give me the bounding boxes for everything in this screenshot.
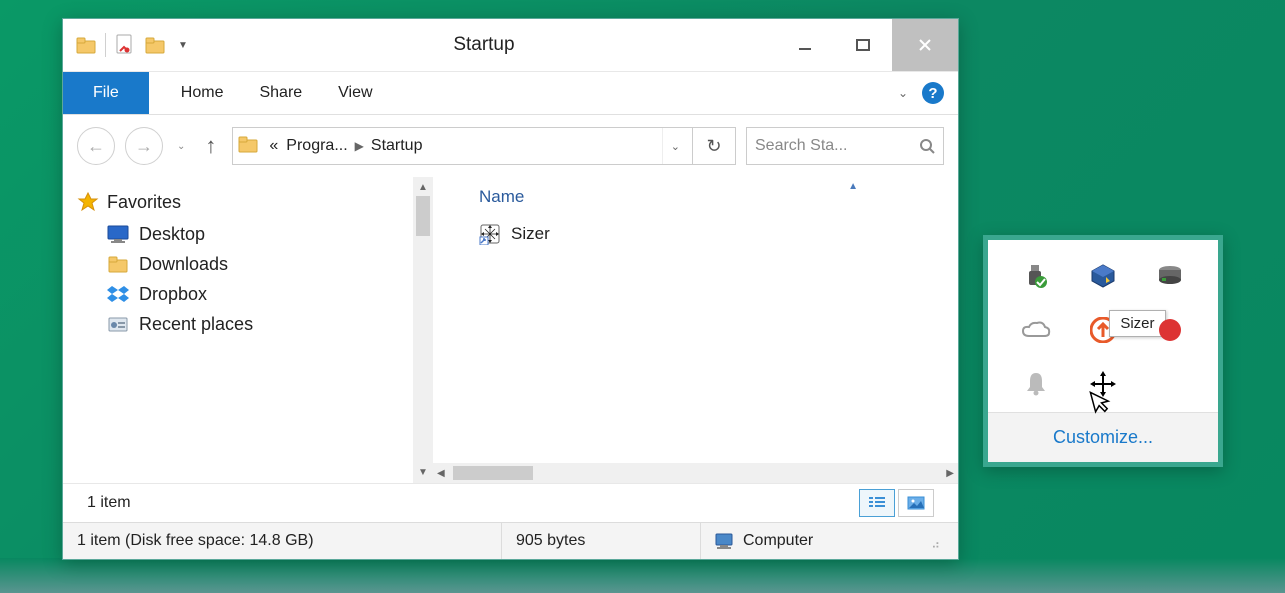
new-folder-icon[interactable] [141,25,169,65]
recent-places-icon [107,313,129,335]
sidebar-item-label: Downloads [139,254,228,275]
favorites-header[interactable]: Favorites [63,185,433,219]
file-item-label: Sizer [511,224,550,244]
scroll-thumb[interactable] [453,466,533,480]
tray-icon-drive[interactable] [1137,258,1204,294]
tray-icon-update[interactable]: Sizer [1069,312,1136,348]
tray-customize-link[interactable]: Customize... [988,412,1218,462]
status-size: 905 bytes [502,523,701,559]
sidebar-item-dropbox[interactable]: Dropbox [63,279,433,309]
item-count-bar: 1 item [63,483,958,522]
folder-icon[interactable] [72,25,100,65]
quick-access-toolbar: ▼ [63,19,192,71]
sidebar-item-desktop[interactable]: Desktop [63,219,433,249]
scroll-right-icon[interactable]: ▶ [942,468,958,479]
computer-icon [715,532,735,550]
search-icon [919,138,935,154]
file-item-sizer[interactable]: Sizer [433,217,958,251]
tab-view[interactable]: View [334,76,376,110]
maximize-button[interactable] [834,19,892,71]
ribbon-tabs: File Home Share View ⌄ ? [63,72,958,115]
search-placeholder: Search Sta... [755,137,848,155]
shortcut-icon [479,223,501,245]
tray-icon-sizer[interactable] [1069,366,1136,402]
breadcrumb-part-startup[interactable]: Startup [367,137,427,155]
ribbon-collapse-icon[interactable]: ⌄ [898,86,908,100]
column-header-name[interactable]: Name [433,177,958,217]
status-disk-space: 1 item (Disk free space: 14.8 GB) [63,523,502,559]
tab-share[interactable]: Share [255,76,306,110]
scroll-up-icon[interactable]: ▲ [415,179,431,196]
tray-icon-onedrive[interactable] [1002,312,1069,348]
refresh-button[interactable]: ↻ [693,127,736,165]
tray-icon-empty [1137,366,1204,402]
breadcrumb[interactable]: « Progra... ▶ Startup ⌄ [232,127,693,165]
scroll-down-icon[interactable]: ▼ [415,464,431,481]
sidebar-scrollbar[interactable]: ▲ ▼ [413,177,433,483]
tab-home[interactable]: Home [177,76,228,110]
properties-icon[interactable] [111,25,139,65]
resize-grip-icon[interactable]: ⣠ [931,534,944,548]
folder-icon [107,253,129,275]
breadcrumb-separator-icon[interactable]: ▶ [352,139,367,153]
title-bar: ▼ Startup [63,19,958,72]
desktop-icon [107,223,129,245]
tray-icon-hidden[interactable] [1137,312,1204,348]
explorer-window: ▼ Startup File Home Share View ⌄ ? ← → ⌄… [62,18,959,560]
tray-icon-usb[interactable] [1002,258,1069,294]
sort-indicator-icon: ▲ [848,181,858,192]
dropbox-icon [107,283,129,305]
favorites-label: Favorites [107,192,181,213]
minimize-button[interactable] [776,19,834,71]
navigation-pane: Favorites Desktop Downloads Dropbox [63,177,433,483]
back-button[interactable]: ← [77,127,115,165]
history-dropdown-icon[interactable]: ⌄ [173,137,189,156]
window-title: Startup [192,19,776,71]
qat-dropdown-icon[interactable]: ▼ [174,36,192,55]
sidebar-item-label: Recent places [139,314,253,335]
status-location: Computer ⣠ [701,523,958,559]
forward-button[interactable]: → [125,127,163,165]
breadcrumb-part-programs[interactable]: Progra... [282,137,351,155]
breadcrumb-chevron: « [265,137,282,155]
file-list-pane: ▲ Name Sizer ◀ ▶ [433,177,958,483]
sidebar-item-downloads[interactable]: Downloads [63,249,433,279]
view-thumbnails-button[interactable] [898,489,934,517]
close-button[interactable] [892,19,958,71]
item-count-label: 1 item [87,494,131,512]
star-icon [77,191,99,213]
tray-icon-virtualbox[interactable] [1069,258,1136,294]
tray-icon-notifications[interactable] [1002,366,1069,402]
scroll-left-icon[interactable]: ◀ [433,468,449,479]
sidebar-item-recent-places[interactable]: Recent places [63,309,433,339]
sidebar-item-label: Desktop [139,224,205,245]
up-button[interactable]: ↑ [199,133,222,159]
breadcrumb-expand-icon[interactable]: ⌄ [662,128,688,164]
tray-overflow-popup: Sizer Customize... [983,235,1223,467]
help-icon[interactable]: ? [922,82,944,104]
horizontal-scrollbar[interactable]: ◀ ▶ [433,463,958,483]
breadcrumb-folder-icon [237,134,261,158]
file-tab[interactable]: File [63,72,149,114]
sidebar-item-label: Dropbox [139,284,207,305]
search-input[interactable]: Search Sta... [746,127,944,165]
status-bar: 1 item (Disk free space: 14.8 GB) 905 by… [63,522,958,559]
view-details-button[interactable] [859,489,895,517]
scroll-thumb[interactable] [416,196,430,236]
navigation-bar: ← → ⌄ ↑ « Progra... ▶ Startup ⌄ ↻ Search… [63,115,958,177]
